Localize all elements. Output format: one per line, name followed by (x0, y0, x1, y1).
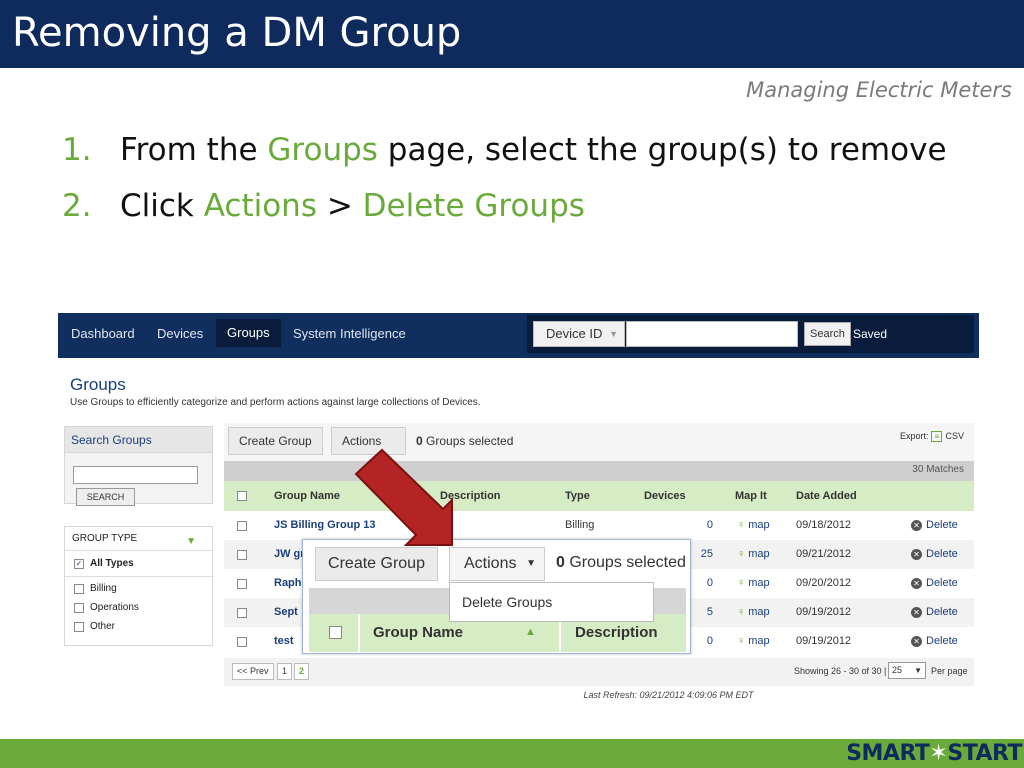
step-number: 1. (62, 132, 92, 168)
app-screenshot: Dashboard Devices Groups System Intellig… (58, 313, 979, 705)
step-text: From the Groups page, select the group(s… (120, 128, 947, 172)
step-text-part: Click (120, 188, 204, 224)
instruction-list: 1. From the Groups page, select the grou… (62, 128, 962, 240)
slide-title: Removing a DM Group (12, 10, 462, 56)
red-arrow-icon (354, 448, 453, 546)
step-text-part: page, select the group(s) to remove (377, 132, 947, 168)
logo-text-right: START (947, 741, 1022, 766)
delete-groups-menu-item[interactable]: Delete Groups (449, 582, 654, 622)
step-text: Click Actions > Delete Groups (120, 184, 585, 228)
logo-text-left: SMART (846, 741, 930, 766)
step-text-part: From the (120, 132, 268, 168)
star-icon: ✶ (929, 741, 948, 766)
smartstart-logo: SMART✶START (846, 741, 1022, 766)
step-highlight: Actions (203, 188, 317, 224)
slide-title-bar: Removing a DM Group (0, 0, 1024, 68)
slide-footer: SMART✶START (0, 739, 1024, 768)
step-number: 2. (62, 188, 92, 224)
step-highlight: Groups (267, 132, 378, 168)
slide-subtitle: Managing Electric Meters (746, 78, 1012, 102)
step-highlight: Delete Groups (362, 188, 585, 224)
step-2: 2. Click Actions > Delete Groups (62, 184, 962, 228)
step-text-part: > (316, 188, 363, 224)
step-1: 1. From the Groups page, select the grou… (62, 128, 962, 172)
